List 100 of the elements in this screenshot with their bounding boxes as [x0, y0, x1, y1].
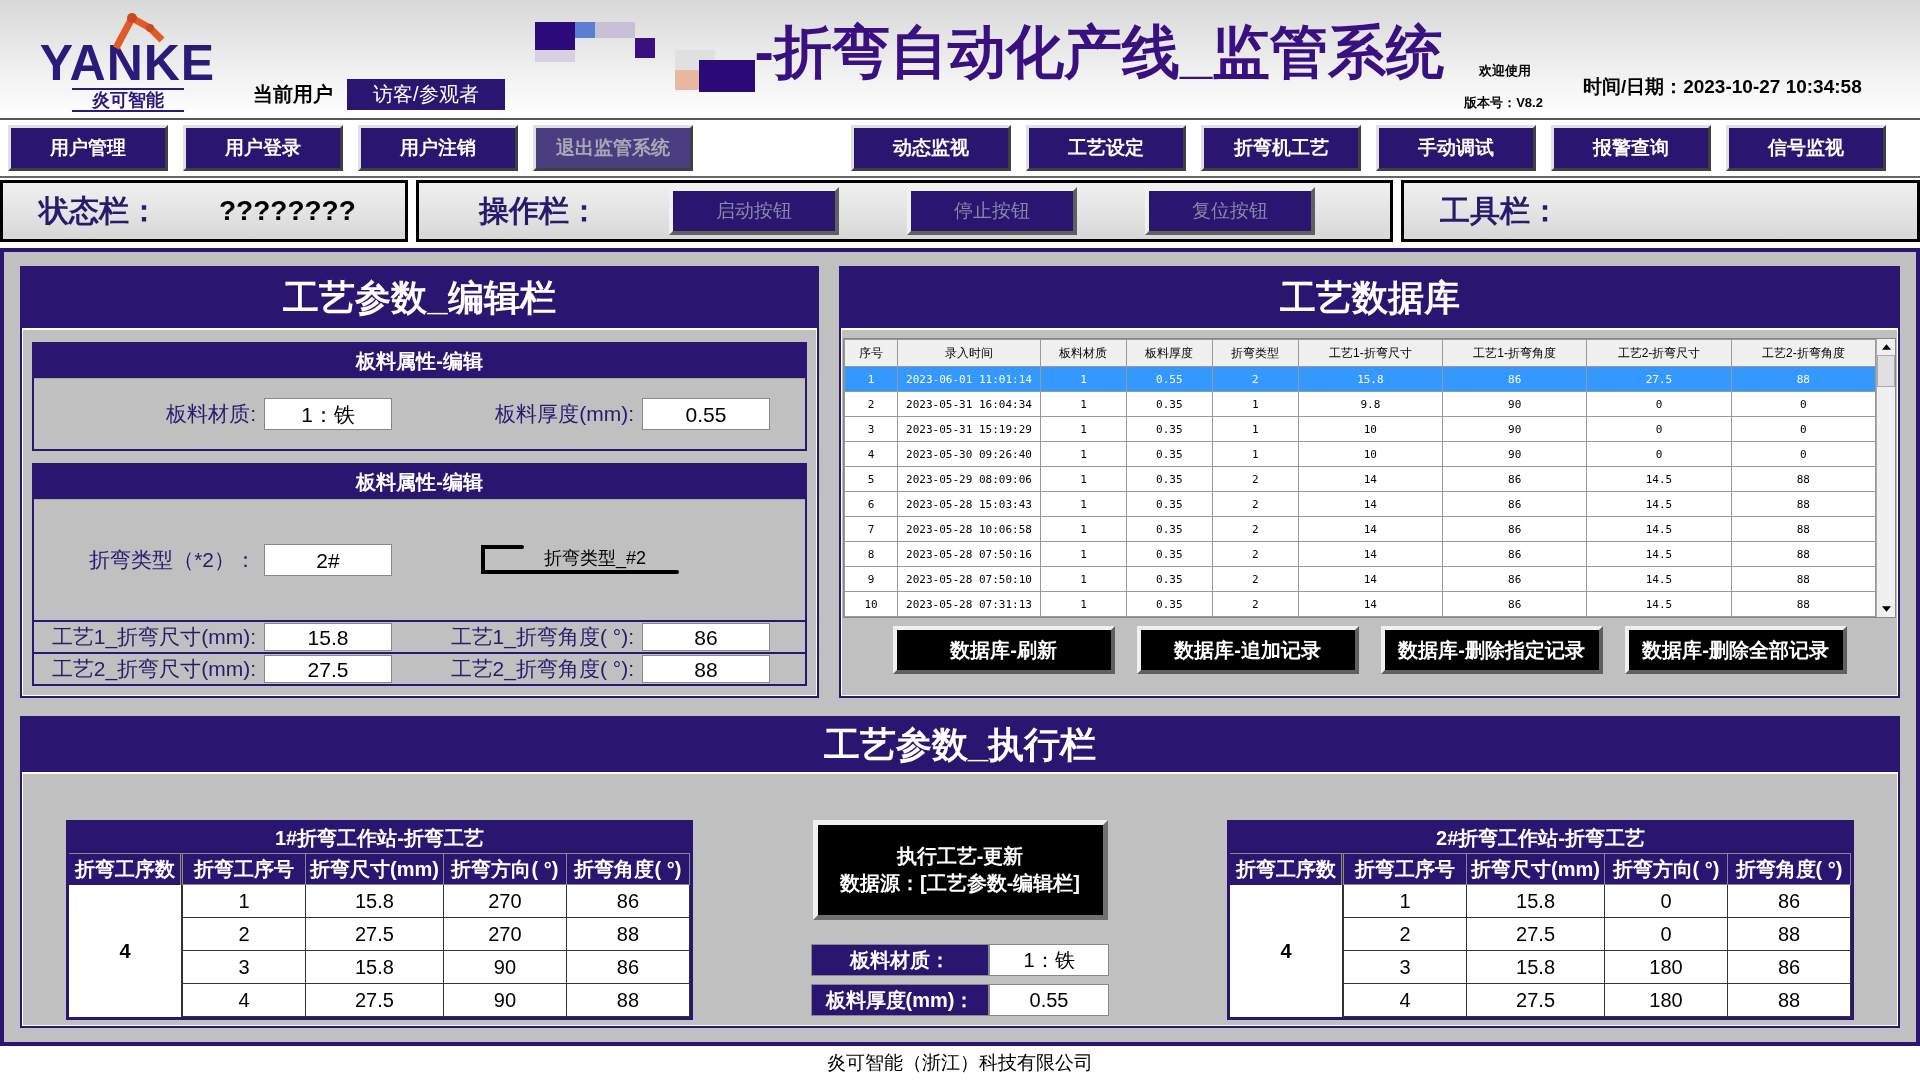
table-row[interactable]: 2 2023-05-31 16:04:34 1 0.35 1 9.8 90 0 0 — [844, 391, 1876, 417]
bend-size-field[interactable]: 15.8 — [264, 623, 392, 651]
table-cell: 0 — [1731, 391, 1876, 417]
nav-button[interactable]: 信号监视 — [1726, 125, 1886, 171]
database-button[interactable]: 数据库-追加记录 — [1136, 626, 1359, 674]
table-row[interactable]: 7 2023-05-28 10:06:58 1 0.35 2 14 86 14.5 88 — [844, 516, 1876, 542]
table-cell: 86 — [1442, 566, 1587, 592]
nav-button[interactable]: 手动调试 — [1376, 125, 1536, 171]
column-header[interactable]: 板料材质 — [1040, 339, 1127, 367]
table-cell: 0.35 — [1126, 541, 1213, 567]
table-cell: 90 — [1442, 391, 1587, 417]
material-field[interactable]: 1：铁 — [264, 398, 392, 430]
table-row[interactable]: 6 2023-05-28 15:03:43 1 0.35 2 14 86 14.5 88 — [844, 491, 1876, 517]
nav-button[interactable]: 动态监视 — [851, 125, 1011, 171]
table-cell: 86 — [1442, 466, 1587, 492]
table-row[interactable]: 4 2023-05-30 09:26:40 1 0.35 1 10 90 0 0 — [844, 441, 1876, 467]
section-title: 板料属性-编辑 — [34, 465, 805, 500]
panel-title: 工艺参数_执行栏 — [22, 718, 1898, 774]
table-cell: 4 — [844, 441, 898, 467]
scroll-up-icon[interactable] — [1881, 344, 1891, 350]
table-cell: 2023-05-31 15:19:29 — [897, 416, 1041, 442]
nav-button[interactable]: 工艺设定 — [1026, 125, 1186, 171]
table-cell: 2023-05-30 09:26:40 — [897, 441, 1041, 467]
column-header[interactable]: 工艺1-折弯角度 — [1442, 339, 1587, 367]
nav-button[interactable]: 折弯机工艺 — [1201, 125, 1361, 171]
bend-type-field[interactable]: 2# — [264, 544, 392, 576]
field-label: 板料厚度(mm): — [494, 401, 635, 427]
nav-button[interactable]: 用户管理 — [8, 125, 168, 171]
execute-button[interactable]: 执行工艺-更新 数据源：[工艺参数-编辑栏] — [812, 820, 1108, 920]
table-cell: 15.8 — [1466, 884, 1605, 918]
station-title: 2#折弯工作站-折弯工艺 — [1230, 823, 1851, 854]
nav-button[interactable]: 用户登录 — [183, 125, 343, 171]
thickness-field[interactable]: 0.55 — [642, 398, 770, 430]
table-cell: 88 — [1731, 516, 1876, 542]
logo-subtitle: 炎可智能 — [71, 88, 184, 112]
database-button[interactable]: 数据库-删除指定记录 — [1380, 626, 1603, 674]
table-cell: 3 — [1343, 950, 1467, 984]
table-cell: 27.5 — [1466, 983, 1605, 1017]
column-header[interactable]: 工艺1-折弯尺寸 — [1298, 339, 1443, 367]
table-cell: 1 — [1212, 391, 1299, 417]
column-header[interactable]: 工艺2-折弯角度 — [1731, 339, 1876, 367]
table-cell: 0.55 — [1126, 366, 1213, 392]
column-header[interactable]: 录入时间 — [897, 339, 1041, 367]
table-cell: 1 — [1040, 466, 1127, 492]
table-cell: 2023-06-01 11:01:14 — [897, 366, 1041, 392]
table-cell: 2 — [844, 391, 898, 417]
table-cell: 88 — [566, 983, 690, 1017]
table-cell: 1 — [1040, 366, 1127, 392]
bend-angle-field[interactable]: 88 — [642, 655, 770, 683]
app-title: -折弯自动化产线_监管系统 — [754, 18, 1445, 86]
table-cell: 27.5 — [305, 983, 444, 1017]
column-header[interactable]: 折弯类型 — [1212, 339, 1299, 367]
table-cell: 88 — [1731, 541, 1876, 567]
table-cell: 1 — [1040, 491, 1127, 517]
column-header[interactable]: 工艺2-折弯尺寸 — [1586, 339, 1732, 367]
bend-angle-field[interactable]: 86 — [642, 623, 770, 651]
table-row[interactable]: 9 2023-05-28 07:50:10 1 0.35 2 14 86 14.5 88 — [844, 566, 1876, 592]
table-cell: 14 — [1298, 591, 1443, 617]
table-cell: 0.35 — [1126, 566, 1213, 592]
table-row[interactable]: 10 2023-05-28 07:31:13 1 0.35 2 14 86 14.5 88 — [844, 591, 1876, 617]
table-cell: 0 — [1586, 441, 1732, 467]
scroll-down-icon[interactable] — [1881, 606, 1891, 612]
table-row[interactable]: 8 2023-05-28 07:50:16 1 0.35 2 14 86 14.5 88 — [844, 541, 1876, 567]
column-header[interactable]: 序号 — [844, 339, 898, 367]
table-cell: 14.5 — [1586, 566, 1732, 592]
nav-button[interactable]: 报警查询 — [1551, 125, 1711, 171]
column-header: 折弯方向( °) — [1604, 854, 1728, 885]
table-cell: 2 — [1212, 541, 1299, 567]
table-cell: 90 — [1442, 441, 1587, 467]
table-cell: 180 — [1604, 950, 1728, 984]
table-cell: 1 — [1040, 441, 1127, 467]
toolbar-label: 工具栏： — [1440, 192, 1560, 229]
column-header: 折弯角度( °) — [1727, 854, 1851, 885]
database-button[interactable]: 数据库-刷新 — [892, 626, 1115, 674]
table-cell: 88 — [566, 917, 690, 951]
column-header: 折弯方向( °) — [443, 854, 567, 885]
table-cell: 0 — [1604, 917, 1728, 951]
table-cell: 2 — [1212, 566, 1299, 592]
table-cell: 5 — [844, 466, 898, 492]
table-cell: 86 — [1442, 591, 1587, 617]
scroll-thumb[interactable] — [1877, 355, 1895, 387]
scrollbar[interactable] — [1876, 339, 1895, 617]
database-button[interactable]: 数据库-删除全部记录 — [1624, 626, 1847, 674]
table-cell: 88 — [1731, 566, 1876, 592]
table-cell: 86 — [1442, 491, 1587, 517]
table-cell: 10 — [1298, 441, 1443, 467]
column-header[interactable]: 板料厚度 — [1126, 339, 1213, 367]
table-cell: 180 — [1604, 983, 1728, 1017]
table-row[interactable]: 5 2023-05-29 08:09:06 1 0.35 2 14 86 14.5 88 — [844, 466, 1876, 492]
table-cell: 3 — [844, 416, 898, 442]
table-cell: 15.8 — [305, 884, 444, 918]
table-cell: 1 — [1040, 391, 1127, 417]
table-cell: 1 — [1212, 441, 1299, 467]
table-cell: 88 — [1731, 491, 1876, 517]
table-row[interactable]: 3 2023-05-31 15:19:29 1 0.35 1 10 90 0 0 — [844, 416, 1876, 442]
column-header: 折弯工序号 — [182, 854, 306, 885]
bend-size-field[interactable]: 27.5 — [264, 655, 392, 683]
table-cell: 0.35 — [1126, 466, 1213, 492]
nav-button[interactable]: 用户注销 — [358, 125, 518, 171]
thickness-label: 板料厚度(mm)： — [811, 984, 989, 1016]
